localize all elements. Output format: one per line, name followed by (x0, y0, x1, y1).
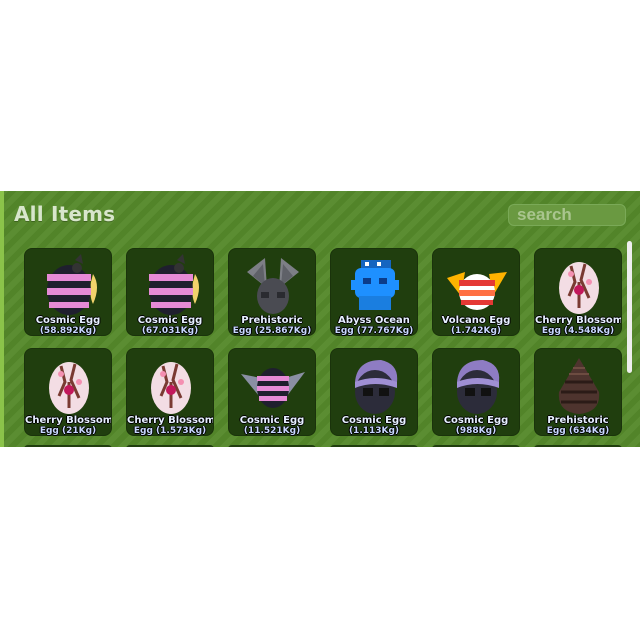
item-name: Cosmic Egg (443, 415, 509, 426)
item-slot-cosmic-egg[interactable]: Cosmic Egg (67.031Kg) (126, 248, 214, 336)
item-name: Cosmic Egg (35, 315, 101, 326)
cosmic-egg-striped-icon (47, 254, 97, 315)
item-slot-volcano-egg[interactable]: Volcano Egg (1.742Kg) (432, 248, 520, 336)
item-weight: (988Kg) (455, 426, 497, 436)
item-slot-cosmic-egg[interactable]: Cosmic Egg (1.113Kg) (330, 348, 418, 436)
item-weight: Egg (1.573Kg) (133, 426, 207, 436)
item-slot-cherry-blossom-egg[interactable]: Cherry Blossom Egg (4.548Kg) (534, 248, 622, 336)
cosmic-egg-purple-icon (457, 360, 500, 414)
item-name: Volcano Egg (441, 315, 511, 326)
item-slot-cosmic-egg[interactable]: Cosmic Egg (58.892Kg) (24, 248, 112, 336)
search-input[interactable] (508, 204, 626, 226)
item-slot-partial[interactable] (126, 445, 214, 447)
scrollbar[interactable] (627, 241, 632, 373)
cherry-blossom-egg-icon (49, 362, 89, 414)
item-slot-abyss-ocean-egg[interactable]: Abyss Ocean Egg (77.767Kg) (330, 248, 418, 336)
item-weight: (58.892Kg) (39, 326, 97, 336)
item-name: Cosmic Egg (341, 415, 407, 426)
item-weight: Egg (77.767Kg) (334, 326, 414, 336)
item-slot-cherry-blossom-egg[interactable]: Cherry Blossom Egg (1.573Kg) (126, 348, 214, 436)
cherry-blossom-egg-icon (559, 262, 599, 314)
item-name: Cosmic Egg (239, 415, 305, 426)
item-name: Cherry Blossom (25, 415, 111, 426)
cosmic-egg-purple-icon (355, 360, 398, 414)
item-slot-cherry-blossom-egg[interactable]: Cherry Blossom Egg (21Kg) (24, 348, 112, 436)
item-slot-partial[interactable] (432, 445, 520, 447)
inventory-title: All Items (14, 202, 116, 226)
cosmic-egg-winged-icon (241, 368, 305, 408)
cosmic-egg-striped-icon (149, 254, 199, 315)
item-weight: (1.742Kg) (450, 326, 502, 336)
item-slot-cosmic-egg[interactable]: Cosmic Egg (11.521Kg) (228, 348, 316, 436)
item-slot-partial[interactable] (330, 445, 418, 447)
volcano-egg-icon (447, 272, 507, 310)
item-slot-cosmic-egg[interactable]: Cosmic Egg (988Kg) (432, 348, 520, 436)
item-name: Abyss Ocean (338, 315, 410, 326)
item-slot-partial[interactable] (228, 445, 316, 447)
item-slot-partial[interactable] (24, 445, 112, 447)
item-slot-prehistoric-egg[interactable]: Prehistoric Egg (25.867Kg) (228, 248, 316, 336)
item-name: Prehistoric (547, 415, 609, 426)
item-weight: Egg (21Kg) (39, 426, 97, 436)
abyss-ocean-egg-icon (351, 260, 399, 310)
item-weight: Egg (25.867Kg) (232, 326, 312, 336)
item-name: Cherry Blossom (535, 315, 621, 326)
item-weight: (67.031Kg) (141, 326, 199, 336)
item-weight: Egg (634Kg) (546, 426, 610, 436)
item-slot-prehistoric-egg[interactable]: Prehistoric Egg (634Kg) (534, 348, 622, 436)
inventory-panel: All Items Cosmic Egg (58.892Kg) Cosmic E… (0, 191, 640, 447)
item-name: Cherry Blossom (127, 415, 213, 426)
item-name: Cosmic Egg (137, 315, 203, 326)
prehistoric-egg-winged-icon (247, 258, 299, 314)
item-slot-partial[interactable] (534, 445, 622, 447)
item-weight: (11.521Kg) (243, 426, 301, 436)
item-name: Prehistoric (241, 315, 303, 326)
item-weight: Egg (4.548Kg) (541, 326, 615, 336)
prehistoric-egg-brown-icon (558, 358, 600, 414)
item-weight: (1.113Kg) (348, 426, 400, 436)
cherry-blossom-egg-icon (151, 362, 191, 414)
